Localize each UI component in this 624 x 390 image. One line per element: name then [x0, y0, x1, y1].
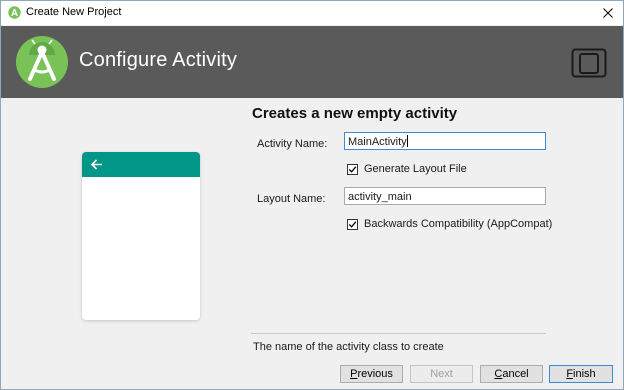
back-arrow-icon [90, 159, 102, 170]
divider [251, 333, 546, 334]
preview-app-bar [82, 152, 200, 177]
close-icon [603, 8, 613, 18]
backwards-compat-label: Backwards Compatibility (AppCompat) [364, 218, 553, 230]
next-button[interactable]: Next [410, 365, 473, 383]
backwards-compat-checkbox[interactable] [347, 218, 358, 230]
activity-preview-thumbnail [82, 152, 200, 320]
layout-name-label: Layout Name: [257, 193, 326, 205]
title-bar: Create New Project [1, 1, 623, 25]
create-new-project-dialog: Create New Project Configure Activity Cr… [0, 0, 624, 390]
cancel-button[interactable]: Cancel [480, 365, 543, 383]
activity-name-label: Activity Name: [257, 138, 328, 150]
text-caret [406, 135, 408, 147]
android-studio-app-icon [8, 6, 21, 19]
header-banner: Configure Activity [1, 26, 623, 98]
layout-name-input[interactable]: activity_main [344, 187, 546, 205]
section-title: Creates a new empty activity [252, 105, 458, 122]
previous-label: revious [357, 368, 393, 380]
finish-button[interactable]: Finish [549, 365, 613, 383]
backwards-compat-checkbox-row[interactable]: Backwards Compatibility (AppCompat) [347, 218, 552, 230]
generate-layout-checkbox-row[interactable]: Generate Layout File [347, 163, 467, 175]
close-window-button[interactable] [593, 1, 623, 25]
previous-button[interactable]: Previous [340, 365, 403, 383]
activity-name-input[interactable]: MainActivity [344, 132, 546, 150]
checkmark-icon [348, 220, 357, 228]
device-form-factor-icon [571, 48, 607, 78]
layout-name-value: activity_main [348, 191, 412, 203]
android-studio-logo-icon [16, 36, 68, 88]
cancel-label: ancel [502, 368, 529, 380]
checkmark-icon [348, 165, 357, 173]
window-title: Create New Project [26, 6, 122, 18]
generate-layout-label: Generate Layout File [364, 163, 467, 175]
generate-layout-checkbox[interactable] [347, 163, 358, 175]
help-text: The name of the activity class to create [253, 341, 444, 353]
activity-name-value: MainActivity [348, 136, 407, 148]
page-title: Configure Activity [79, 49, 238, 71]
finish-label: inish [573, 368, 596, 380]
